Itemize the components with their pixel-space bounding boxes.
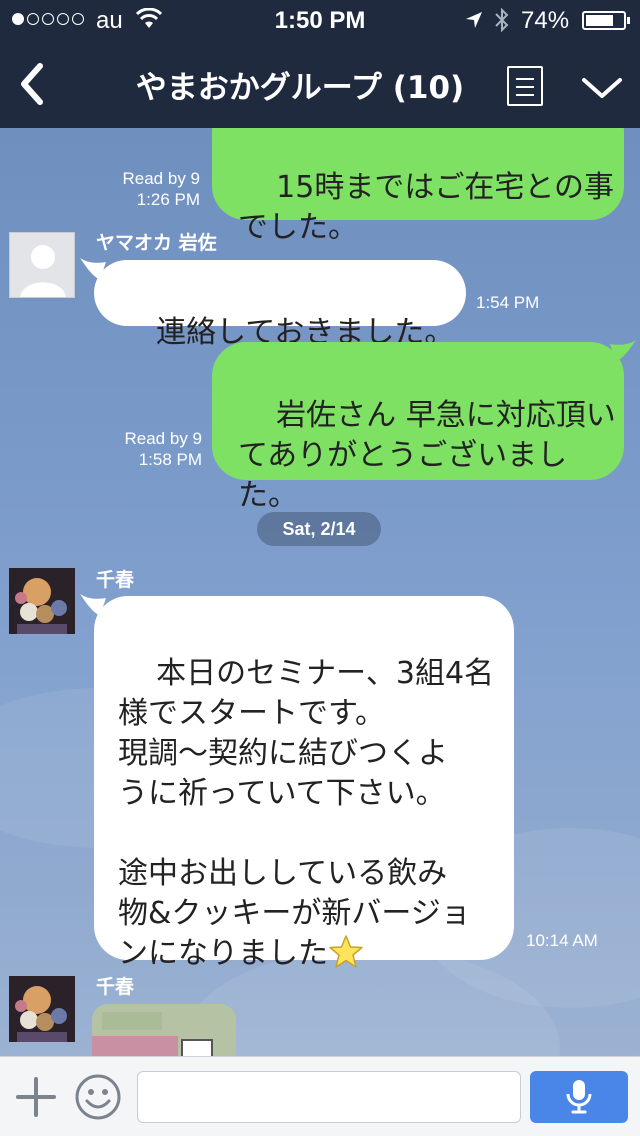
- message-input[interactable]: [137, 1071, 521, 1123]
- nav-bar: やまおかグループ (10): [0, 40, 640, 128]
- voice-message-button[interactable]: [530, 1071, 628, 1123]
- default-user-icon: [20, 245, 66, 297]
- read-receipt: Read by 9 1:58 PM: [82, 428, 203, 470]
- avatar[interactable]: [9, 232, 75, 298]
- dog-photo-icon: [9, 568, 75, 634]
- sender-name: 千春: [96, 976, 135, 998]
- chat-title: やまおかグループ (10): [135, 70, 465, 106]
- message-text: 岩佐さん 早急に対応頂い てありがとうございまし た。: [238, 398, 616, 513]
- avatar[interactable]: [9, 568, 75, 634]
- smiley-icon[interactable]: [74, 1073, 122, 1121]
- avatar[interactable]: [9, 976, 75, 1042]
- photo-thumbnail-icon: [92, 1004, 236, 1056]
- location-arrow-icon: [466, 12, 482, 28]
- status-bar: au 1:50 PM 74%: [0, 0, 640, 40]
- message-time: 1:54 PM: [476, 293, 540, 312]
- incoming-message-bubble[interactable]: 連絡しておきました。: [94, 260, 466, 350]
- outgoing-message-bubble[interactable]: 岩佐さん 早急に対応頂い てありがとうございまし た。: [212, 342, 624, 513]
- dog-photo-icon: [9, 976, 75, 1042]
- plus-icon[interactable]: [16, 1077, 56, 1117]
- message-input-bar: [0, 1056, 640, 1136]
- outgoing-message-bubble[interactable]: 15時まではご在宅との事 でした。: [212, 128, 624, 245]
- bluetooth-icon: [495, 7, 509, 33]
- sender-name: 千春: [96, 569, 135, 591]
- microphone-icon: [566, 1080, 592, 1114]
- sender-name: ヤマオカ 岩佐: [96, 232, 217, 254]
- read-status: Read by 9: [124, 429, 203, 448]
- read-receipt: Read by 9 1:26 PM: [80, 168, 201, 210]
- menu-list-icon[interactable]: [507, 66, 543, 106]
- chat-area[interactable]: Read by 9 1:26 PM 15時まではご在宅との事 でした。 ヤマオカ…: [0, 128, 640, 1056]
- star-icon: [329, 935, 363, 968]
- message-text: 15時まではご在宅との事 でした。: [238, 170, 615, 245]
- message-text: 本日のセミナー、3組4名 様でスタートです。 現調〜契約に結びつくよ うに祈って…: [118, 656, 495, 971]
- read-status: Read by 9: [122, 169, 201, 188]
- back-arrow-icon[interactable]: [14, 60, 50, 108]
- date-divider: Sat, 2/14: [257, 512, 381, 546]
- battery-percent: 74%: [521, 7, 570, 34]
- message-time: 1:58 PM: [138, 450, 202, 469]
- chevron-down-icon[interactable]: [580, 74, 624, 102]
- message-time: 1:26 PM: [136, 190, 200, 209]
- message-time: 10:14 AM: [526, 931, 598, 950]
- photo-message[interactable]: [92, 1004, 236, 1056]
- incoming-message-bubble[interactable]: 本日のセミナー、3組4名 様でスタートです。 現調〜契約に結びつくよ うに祈って…: [94, 596, 514, 971]
- battery-icon: [582, 11, 630, 30]
